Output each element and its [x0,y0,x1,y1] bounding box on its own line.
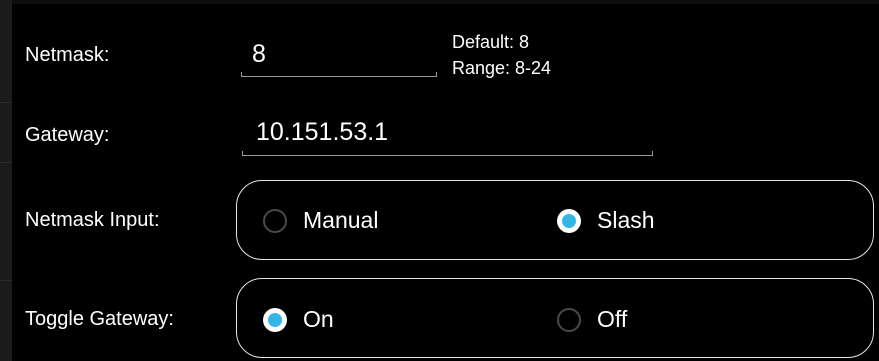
network-settings-screen: Netmask: 8 Default: 8 Range: 8-24 Gatewa… [0,0,879,361]
radio-checked-icon[interactable] [557,208,581,233]
netmask-label: Netmask: [25,44,110,66]
netmask-input-mode-group: Manual Slash [236,180,874,260]
row-separator [0,102,12,103]
netmask-manual-label: Manual [303,207,379,233]
row-separator [0,162,12,163]
radio-unchecked-icon[interactable] [557,307,581,332]
gateway-label: Gateway: [25,124,110,146]
gateway-input-underline [242,151,653,156]
toggle-gateway-group: On Off [236,278,874,358]
row-separator [0,280,12,281]
left-edge-panel [0,0,12,361]
netmask-slash-option[interactable]: Slash [557,207,655,234]
netmask-hint-default: Default: 8 [452,32,530,52]
gateway-off-label: Off [597,306,628,332]
netmask-input[interactable]: 8 [252,40,266,69]
radio-unchecked-icon[interactable] [263,208,287,233]
toggle-gateway-label: Toggle Gateway: [25,308,174,330]
top-edge-bar [12,0,879,4]
gateway-on-option[interactable]: On [263,306,334,333]
netmask-slash-label: Slash [597,207,655,233]
netmask-input-mode-label: Netmask Input: [25,209,160,231]
netmask-manual-option[interactable]: Manual [263,207,378,234]
netmask-hint-range: Range: 8-24 [452,58,552,78]
radio-checked-icon[interactable] [263,307,287,332]
netmask-input-underline [241,72,437,77]
gateway-input[interactable]: 10.151.53.1 [256,118,388,147]
gateway-on-label: On [303,306,334,332]
gateway-off-option[interactable]: Off [557,306,627,333]
